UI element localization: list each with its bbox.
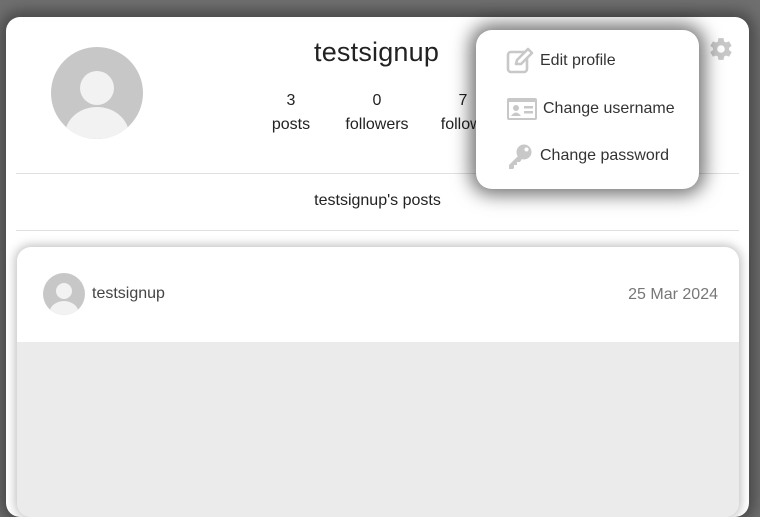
stat-followers[interactable]: 0 followers (344, 89, 410, 137)
post-date: 25 Mar 2024 (628, 286, 718, 303)
edit-icon (506, 47, 534, 80)
key-icon (506, 142, 534, 175)
posts-heading: testsignup's posts (314, 192, 441, 209)
stat-posts-count: 3 (286, 92, 296, 109)
posts-divider (16, 230, 739, 231)
post-author-username[interactable]: testsignup (92, 285, 165, 303)
post-image[interactable] (17, 342, 739, 517)
profile-username: testsignup (314, 37, 440, 67)
menu-item-edit-profile[interactable]: Edit profile (476, 42, 699, 80)
menu-item-change-password[interactable]: Change password (476, 137, 699, 175)
id-card-icon (506, 96, 538, 127)
post-author-avatar[interactable] (43, 273, 85, 315)
menu-item-change-username[interactable]: Change username (476, 90, 699, 128)
stat-posts-label: posts (271, 116, 311, 133)
menu-item-change-username-label: Change username (543, 100, 675, 117)
menu-item-edit-profile-label: Edit profile (540, 52, 616, 69)
menu-item-change-password-label: Change password (540, 147, 669, 164)
gear-icon[interactable] (708, 36, 734, 62)
post-card[interactable]: testsignup 25 Mar 2024 (17, 247, 739, 517)
stat-posts[interactable]: 3 posts (268, 89, 314, 137)
settings-dropdown: Edit profile Change username Change pass… (476, 30, 699, 189)
profile-avatar (51, 47, 143, 139)
stat-followers-label: followers (345, 116, 409, 133)
stat-followers-count: 0 (372, 92, 382, 109)
